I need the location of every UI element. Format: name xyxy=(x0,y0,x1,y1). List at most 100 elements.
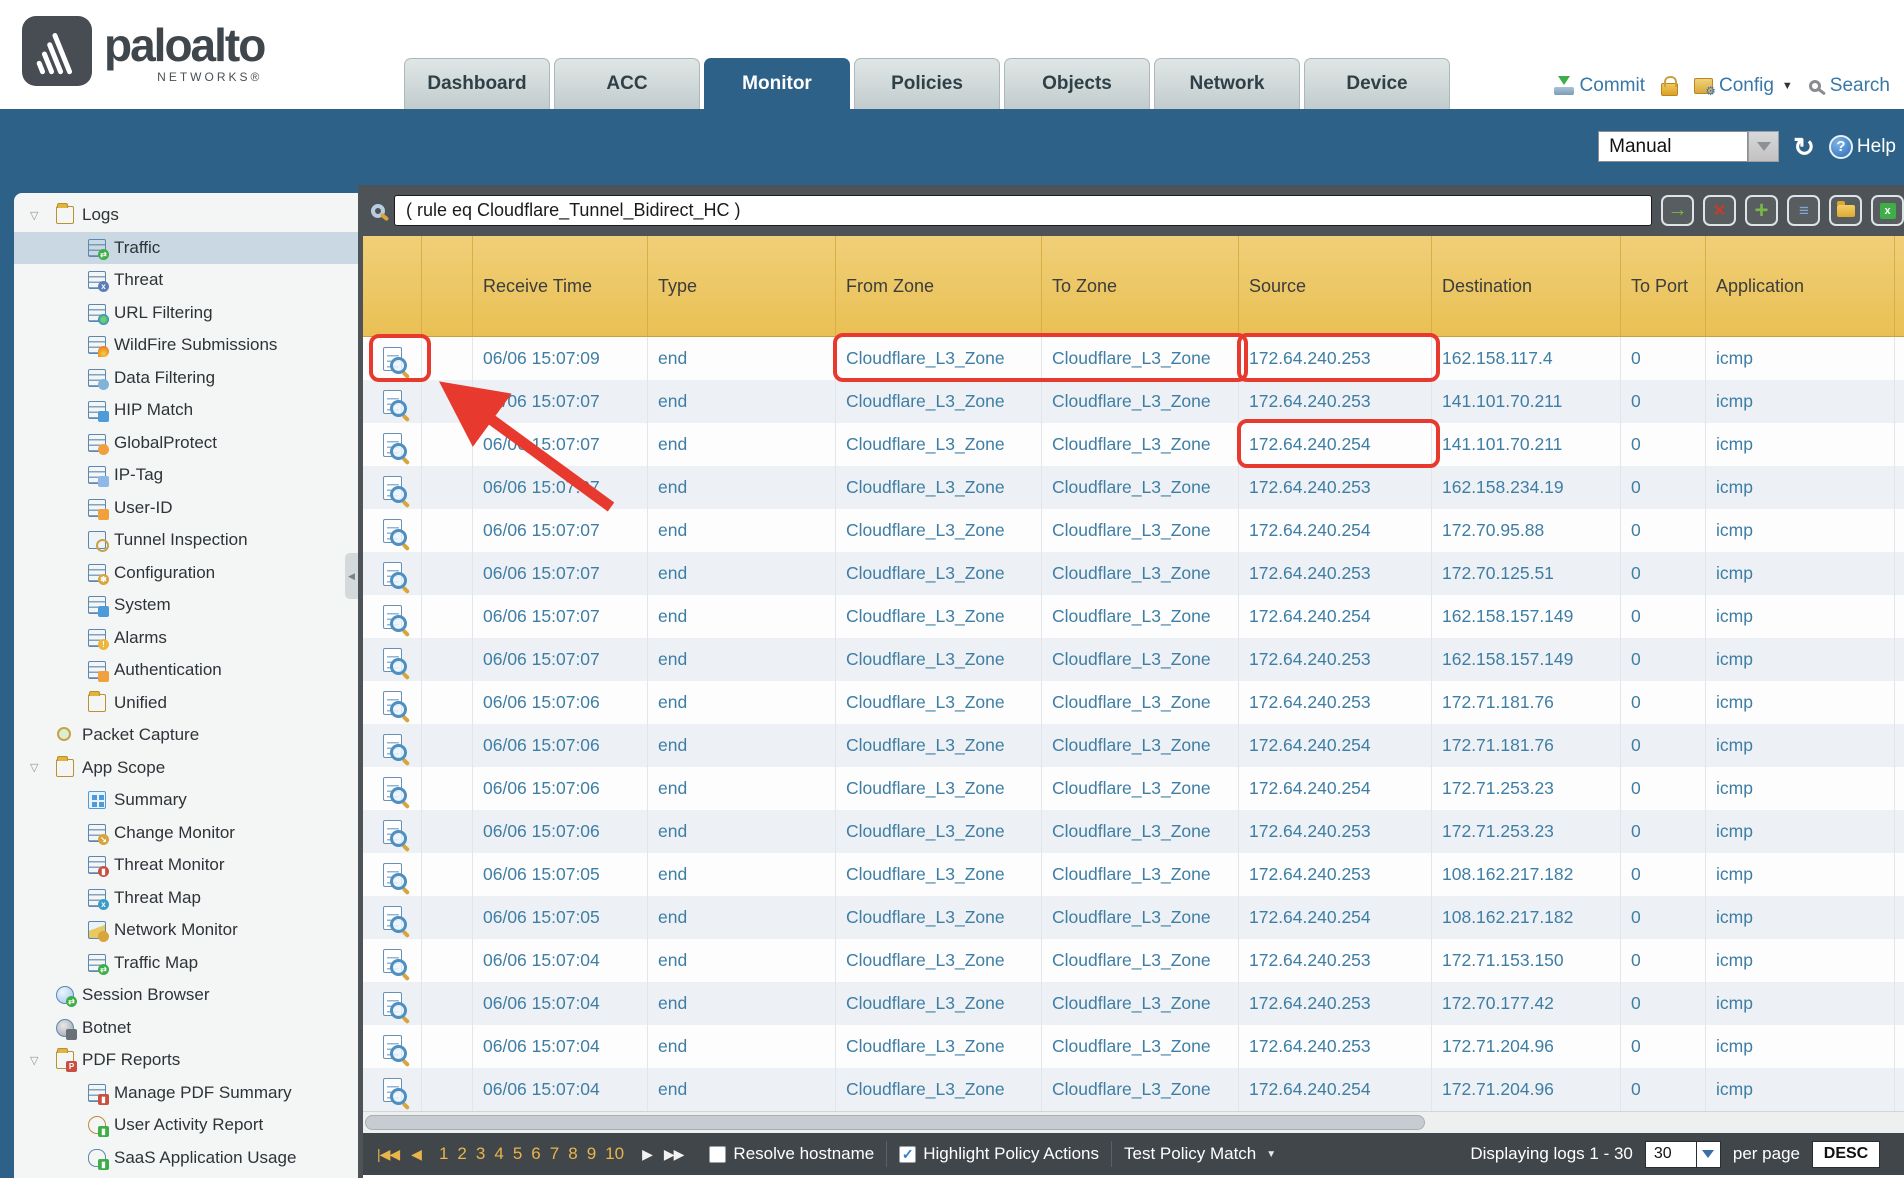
clear-filter-icon[interactable]: × xyxy=(1703,195,1736,226)
log-detail-icon[interactable] xyxy=(383,605,402,629)
cell-source[interactable]: 172.64.240.253 xyxy=(1239,681,1432,724)
cell-destination[interactable]: 162.158.157.149 xyxy=(1432,638,1621,681)
cell-source[interactable]: 172.64.240.254 xyxy=(1239,423,1432,466)
cell-from-zone[interactable]: Cloudflare_L3_Zone xyxy=(836,509,1042,552)
cell-to-zone[interactable]: Cloudflare_L3_Zone xyxy=(1042,337,1239,380)
column-header-to-zone[interactable]: To Zone xyxy=(1042,236,1239,336)
cell-from-zone[interactable]: Cloudflare_L3_Zone xyxy=(836,380,1042,423)
cell-receive-time[interactable]: 06/06 15:07:07 xyxy=(473,380,648,423)
sidebar-item-data-filtering[interactable]: Data Filtering xyxy=(14,362,358,395)
cell-action[interactable]: a xyxy=(1895,337,1904,380)
commit-button[interactable]: Commit xyxy=(1554,75,1645,97)
expander-icon[interactable]: ▽ xyxy=(30,761,56,774)
cell-to-port[interactable]: 0 xyxy=(1621,896,1706,939)
page-number-4[interactable]: 4 xyxy=(494,1144,503,1164)
cell-action[interactable]: a xyxy=(1895,853,1904,896)
cell-source[interactable]: 172.64.240.254 xyxy=(1239,724,1432,767)
cell-receive-time[interactable]: 06/06 15:07:06 xyxy=(473,681,648,724)
cell-type[interactable]: end xyxy=(648,810,836,853)
cell-to-zone[interactable]: Cloudflare_L3_Zone xyxy=(1042,810,1239,853)
cell-to-port[interactable]: 0 xyxy=(1621,552,1706,595)
cell-destination[interactable]: 172.70.177.42 xyxy=(1432,982,1621,1025)
next-page-button[interactable]: ▶ xyxy=(642,1146,652,1163)
cell-source[interactable]: 172.64.240.253 xyxy=(1239,810,1432,853)
cell-to-zone[interactable]: Cloudflare_L3_Zone xyxy=(1042,509,1239,552)
cell-action[interactable]: a xyxy=(1895,939,1904,982)
cell-to-port[interactable]: 0 xyxy=(1621,767,1706,810)
page-number-5[interactable]: 5 xyxy=(513,1144,522,1164)
cell-from-zone[interactable]: Cloudflare_L3_Zone xyxy=(836,810,1042,853)
sidebar-item-threat-map[interactable]: Threat Map xyxy=(14,882,358,915)
cell-to-port[interactable]: 0 xyxy=(1621,595,1706,638)
cell-to-port[interactable]: 0 xyxy=(1621,423,1706,466)
cell-receive-time[interactable]: 06/06 15:07:07 xyxy=(473,638,648,681)
log-detail-icon[interactable] xyxy=(383,906,402,930)
cell-source[interactable]: 172.64.240.253 xyxy=(1239,939,1432,982)
column-header-receive-time[interactable]: Receive Time xyxy=(473,236,648,336)
cell-to-zone[interactable]: Cloudflare_L3_Zone xyxy=(1042,681,1239,724)
column-header-a[interactable]: A xyxy=(1895,236,1904,336)
cell-type[interactable]: end xyxy=(648,552,836,595)
config-button[interactable]: Config ▼ xyxy=(1694,75,1793,97)
cell-from-zone[interactable]: Cloudflare_L3_Zone xyxy=(836,982,1042,1025)
sidebar-item-authentication[interactable]: Authentication xyxy=(14,654,358,687)
cell-application[interactable]: icmp xyxy=(1706,681,1895,724)
cell-receive-time[interactable]: 06/06 15:07:06 xyxy=(473,810,648,853)
tab-policies[interactable]: Policies xyxy=(854,58,1000,109)
cell-to-port[interactable]: 0 xyxy=(1621,810,1706,853)
tab-acc[interactable]: ACC xyxy=(554,58,700,109)
log-detail-icon[interactable] xyxy=(383,777,402,801)
test-policy-match-button[interactable]: Test Policy Match ▼ xyxy=(1124,1144,1276,1164)
tab-device[interactable]: Device xyxy=(1304,58,1450,109)
cell-from-zone[interactable]: Cloudflare_L3_Zone xyxy=(836,552,1042,595)
cell-type[interactable]: end xyxy=(648,896,836,939)
sidebar-item-logs[interactable]: ▽Logs xyxy=(14,199,358,232)
sidebar-collapse-handle[interactable]: ◀ xyxy=(345,553,358,599)
page-number-7[interactable]: 7 xyxy=(550,1144,559,1164)
sidebar-item-system[interactable]: System xyxy=(14,589,358,622)
log-detail-icon[interactable] xyxy=(383,476,402,500)
export-icon[interactable]: x xyxy=(1871,195,1904,226)
cell-receive-time[interactable]: 06/06 15:07:04 xyxy=(473,1068,648,1111)
cell-receive-time[interactable]: 06/06 15:07:07 xyxy=(473,552,648,595)
sidebar-item-traffic[interactable]: Traffic xyxy=(14,232,358,265)
cell-action[interactable]: a xyxy=(1895,896,1904,939)
first-page-button[interactable]: |◀◀ xyxy=(377,1146,399,1163)
cell-source[interactable]: 172.64.240.254 xyxy=(1239,767,1432,810)
cell-action[interactable]: a xyxy=(1895,1068,1904,1111)
cell-source[interactable]: 172.64.240.253 xyxy=(1239,853,1432,896)
cell-source[interactable]: 172.64.240.254 xyxy=(1239,1068,1432,1111)
cell-from-zone[interactable]: Cloudflare_L3_Zone xyxy=(836,853,1042,896)
cell-action[interactable]: a xyxy=(1895,681,1904,724)
cell-to-zone[interactable]: Cloudflare_L3_Zone xyxy=(1042,939,1239,982)
cell-receive-time[interactable]: 06/06 15:07:07 xyxy=(473,509,648,552)
sidebar-item-botnet[interactable]: Botnet xyxy=(14,1012,358,1045)
cell-application[interactable]: icmp xyxy=(1706,380,1895,423)
sidebar-item-wildfire-submissions[interactable]: WildFire Submissions xyxy=(14,329,358,362)
cell-action[interactable]: a xyxy=(1895,767,1904,810)
cell-destination[interactable]: 172.70.95.88 xyxy=(1432,509,1621,552)
add-filter-icon[interactable]: + xyxy=(1745,195,1778,226)
cell-from-zone[interactable]: Cloudflare_L3_Zone xyxy=(836,724,1042,767)
log-detail-icon[interactable] xyxy=(383,820,402,844)
cell-receive-time[interactable]: 06/06 15:07:07 xyxy=(473,595,648,638)
sidebar-item-session-browser[interactable]: Session Browser xyxy=(14,979,358,1012)
cell-type[interactable]: end xyxy=(648,638,836,681)
cell-source[interactable]: 172.64.240.253 xyxy=(1239,552,1432,595)
page-number-10[interactable]: 10 xyxy=(605,1144,624,1164)
sidebar-item-user-id[interactable]: User-ID xyxy=(14,492,358,525)
log-detail-icon[interactable] xyxy=(383,1035,402,1059)
cell-type[interactable]: end xyxy=(648,466,836,509)
highlight-policy-actions-checkbox[interactable]: ✓ xyxy=(899,1146,916,1163)
cell-action[interactable]: a xyxy=(1895,810,1904,853)
log-detail-icon[interactable] xyxy=(383,390,402,414)
cell-action[interactable]: a xyxy=(1895,724,1904,767)
expander-icon[interactable]: ▽ xyxy=(30,1054,56,1067)
load-filter-icon[interactable] xyxy=(1829,195,1862,226)
sidebar-item-globalprotect[interactable]: GlobalProtect xyxy=(14,427,358,460)
cell-to-port[interactable]: 0 xyxy=(1621,638,1706,681)
cell-application[interactable]: icmp xyxy=(1706,466,1895,509)
cell-to-port[interactable]: 0 xyxy=(1621,380,1706,423)
cell-application[interactable]: icmp xyxy=(1706,1068,1895,1111)
sidebar-item-threat-monitor[interactable]: Threat Monitor xyxy=(14,849,358,882)
